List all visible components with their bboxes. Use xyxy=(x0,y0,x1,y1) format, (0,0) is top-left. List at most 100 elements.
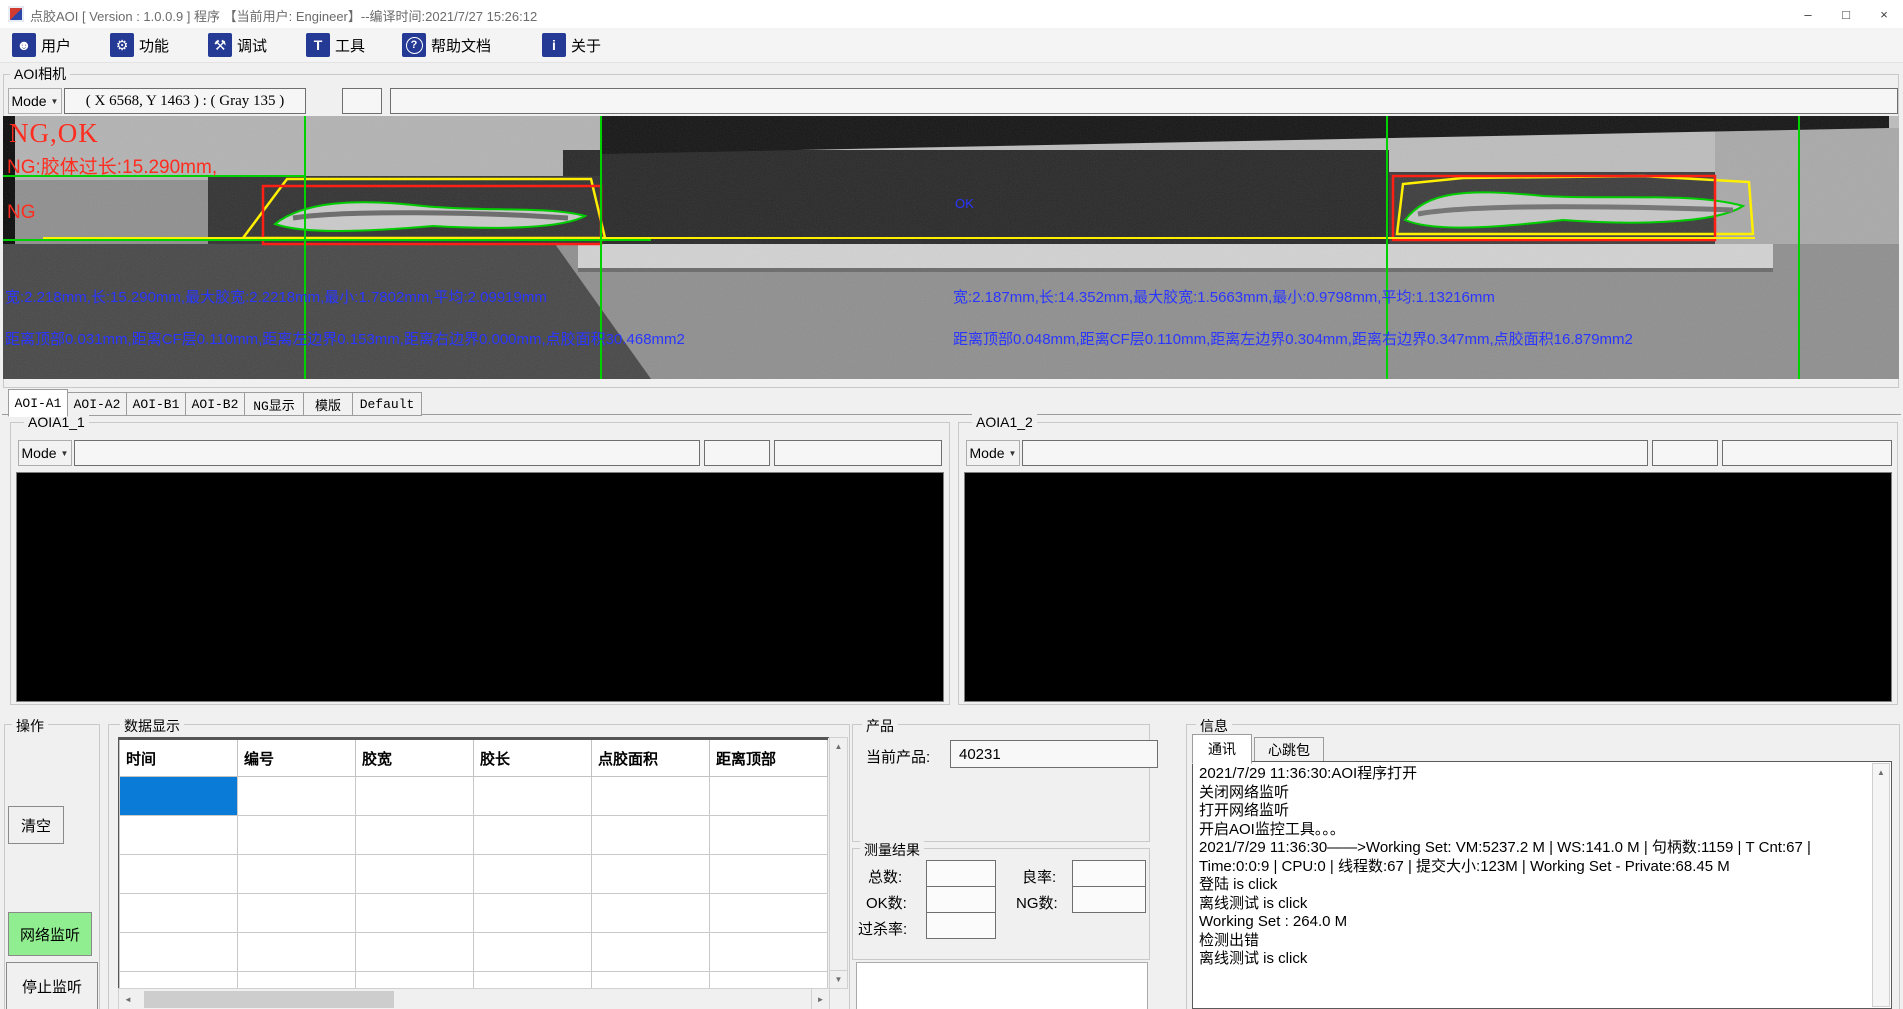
log-box[interactable]: 2021/7/29 11:36:30:AOI程序打开 关闭网络监听 打开网络监听… xyxy=(1192,761,1892,1009)
col-glue-area[interactable]: 点胶面积 xyxy=(592,739,710,777)
col-time[interactable]: 时间 xyxy=(120,739,238,777)
panel2-field-1 xyxy=(1022,440,1648,466)
yield-field[interactable] xyxy=(1072,860,1146,887)
table-header-row: 时间 编号 胶宽 胶长 点胶面积 距离顶部 xyxy=(120,739,828,777)
network-listen-button[interactable]: 网络监听 xyxy=(8,912,92,956)
toolbar-help-label: 帮助文档 xyxy=(431,35,491,56)
about-icon: i xyxy=(542,33,566,57)
log-line: 检测出错 xyxy=(1199,932,1885,951)
log-vscrollbar[interactable]: ▲ xyxy=(1872,763,1890,1007)
scroll-up-icon[interactable]: ▲ xyxy=(1877,768,1885,777)
total-label: 总数: xyxy=(868,866,902,887)
log-line: 关闭网络监听 xyxy=(1199,784,1885,803)
user-icon: ☻ xyxy=(12,33,36,57)
camera-image[interactable]: NG,OK NG:胶体过长:15.290mm, NG OK 宽:2.218mm,… xyxy=(3,116,1899,379)
toolbar-help-button[interactable]: ? 帮助文档 xyxy=(398,30,495,60)
left-measure-line2: 距离顶部0.031mm,距离CF层0.110mm,距离左边界0.153mm,距离… xyxy=(5,328,685,349)
left-measure-line1: 宽:2.218mm,长:15.290mm,最大胶宽:2.2218mm,最小:1.… xyxy=(5,286,547,307)
ng-label-text: NG xyxy=(7,202,36,224)
toolbar-tools-label: 工具 xyxy=(335,35,365,56)
table-vscrollbar[interactable]: ▲ xyxy=(829,737,848,989)
ok-count-label: OK数: xyxy=(866,892,907,913)
tab-aoi-a1[interactable]: AOI-A1 xyxy=(8,389,68,417)
result-text: NG,OK xyxy=(9,118,99,149)
table-row xyxy=(120,894,828,933)
panel2-field-3 xyxy=(1722,440,1892,466)
table-hscrollbar[interactable]: ◄ xyxy=(118,988,830,1009)
overkill-field[interactable] xyxy=(926,912,996,939)
camera-mode-button[interactable]: Mode▼ xyxy=(8,88,62,114)
table-row xyxy=(120,933,828,972)
right-measure-line2: 距离顶部0.048mm,距离CF层0.110mm,距离左边界0.304mm,距离… xyxy=(953,328,1633,349)
data-display-group-label: 数据显示 xyxy=(120,716,184,736)
log-line: 离线测试 is click xyxy=(1199,895,1885,914)
panel1-field-1 xyxy=(74,440,700,466)
col-number[interactable]: 编号 xyxy=(238,739,356,777)
scroll-down-icon[interactable]: ▼ xyxy=(835,975,843,984)
right-measure-line1: 宽:2.187mm,长:14.352mm,最大胶宽:1.5663mm,最小:0.… xyxy=(953,286,1495,307)
panel1-mode-button[interactable]: Mode▼ xyxy=(18,440,72,466)
current-product-label: 当前产品: xyxy=(866,746,930,767)
tab-comm[interactable]: 通讯 xyxy=(1192,734,1252,764)
total-field[interactable] xyxy=(926,860,996,887)
toolbar-debug-button[interactable]: ⚒ 调试 xyxy=(204,30,271,60)
clear-button[interactable]: 清空 xyxy=(8,806,64,844)
ok-count-field[interactable] xyxy=(926,886,996,913)
tab-default[interactable]: Default xyxy=(352,392,422,416)
minimize-button[interactable]: – xyxy=(1789,0,1827,28)
panel2-mode-button[interactable]: Mode▼ xyxy=(966,440,1020,466)
gear-icon: ⚙ xyxy=(110,33,134,57)
toolbar-debug-label: 调试 xyxy=(237,35,267,56)
log-line: Time:0:0:9 | CPU:0 | 线程数:67 | 提交大小:123M … xyxy=(1199,858,1885,877)
log-line: 离线测试 is click xyxy=(1199,950,1885,969)
current-product-field[interactable]: 40231 xyxy=(950,740,1158,768)
panel2-image-view[interactable] xyxy=(964,472,1892,702)
panel1-field-3 xyxy=(774,440,942,466)
scroll-right-icon[interactable]: ► xyxy=(817,995,825,1004)
toolbar-user-label: 用户 xyxy=(41,35,71,56)
panel1-image-view[interactable] xyxy=(16,472,944,702)
col-distance-top[interactable]: 距离顶部 xyxy=(710,739,828,777)
table-hscroll-right[interactable]: ► xyxy=(811,988,830,1009)
yield-label: 良率: xyxy=(1022,866,1056,887)
tab-aoi-b2[interactable]: AOI-B2 xyxy=(185,392,245,416)
ng-reason-text: NG:胶体过长:15.290mm, xyxy=(7,152,217,179)
maximize-button[interactable]: □ xyxy=(1827,0,1865,28)
tab-heartbeat[interactable]: 心跳包 xyxy=(1254,737,1324,763)
table-row xyxy=(120,816,828,855)
table-row xyxy=(120,777,828,816)
info-group-label: 信息 xyxy=(1196,716,1232,736)
operation-group-label: 操作 xyxy=(12,716,48,736)
tab-aoi-b1[interactable]: AOI-B1 xyxy=(126,392,186,416)
close-icon: × xyxy=(1880,7,1888,22)
ok-label-text: OK xyxy=(955,196,974,211)
scroll-up-icon[interactable]: ▲ xyxy=(835,742,843,751)
col-glue-width[interactable]: 胶宽 xyxy=(356,739,474,777)
data-table-container: 时间 编号 胶宽 胶长 点胶面积 距离顶部 xyxy=(118,737,830,989)
ng-count-field[interactable] xyxy=(1072,886,1146,913)
debug-icon: ⚒ xyxy=(208,33,232,57)
scroll-left-icon[interactable]: ◄ xyxy=(124,995,132,1004)
tab-aoi-a2[interactable]: AOI-A2 xyxy=(67,392,127,416)
camera-aux-field-1 xyxy=(342,88,382,114)
ng-count-label: NG数: xyxy=(1016,892,1058,913)
toolbar-about-button[interactable]: i 关于 xyxy=(538,30,605,60)
selected-cell[interactable] xyxy=(120,777,238,816)
col-glue-length[interactable]: 胶长 xyxy=(474,739,592,777)
toolbar-function-label: 功能 xyxy=(139,35,169,56)
log-line: Working Set : 264.0 M xyxy=(1199,913,1885,932)
toolbar-tools-button[interactable]: T 工具 xyxy=(302,30,369,60)
log-line: 2021/7/29 11:36:30:AOI程序打开 xyxy=(1199,765,1885,784)
chevron-down-icon: ▼ xyxy=(61,449,69,458)
close-button[interactable]: × xyxy=(1865,0,1903,28)
log-lines: 2021/7/29 11:36:30:AOI程序打开 关闭网络监听 打开网络监听… xyxy=(1193,762,1891,972)
panel2-field-2 xyxy=(1652,440,1718,466)
hscroll-thumb[interactable] xyxy=(144,991,394,1008)
table-vscroll-down[interactable]: ▼ xyxy=(829,970,848,989)
tab-template[interactable]: 模版 xyxy=(303,392,353,416)
tab-ng-display[interactable]: NG显示 xyxy=(244,392,304,416)
toolbar-function-button[interactable]: ⚙ 功能 xyxy=(106,30,173,60)
toolbar-user-button[interactable]: ☻ 用户 xyxy=(8,30,75,60)
stop-listen-button[interactable]: 停止监听 xyxy=(6,962,98,1009)
main-toolbar: ☻ 用户 ⚙ 功能 ⚒ 调试 T 工具 ? 帮助文档 i 关于 xyxy=(0,28,1903,63)
